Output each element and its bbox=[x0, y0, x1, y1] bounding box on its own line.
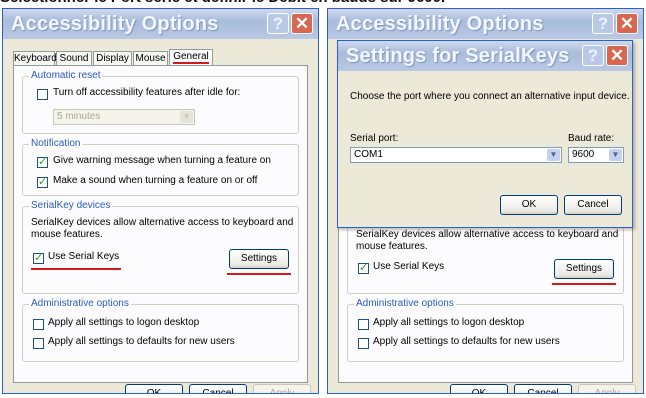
serialkey-description: SerialKey devices allow alternative acce… bbox=[356, 229, 619, 240]
apply-button[interactable]: Apply bbox=[578, 384, 636, 393]
help-icon: ? bbox=[587, 46, 599, 65]
window-title: Accessibility Options bbox=[336, 13, 544, 35]
tab-sound[interactable]: Sound bbox=[56, 51, 92, 66]
logon-desktop-checkbox[interactable] bbox=[358, 319, 369, 330]
new-users-checkbox[interactable] bbox=[33, 338, 44, 349]
highlight-underline bbox=[227, 273, 291, 275]
title-bar: Settings for SerialKeys ? ✕ bbox=[338, 41, 632, 71]
idle-time-dropdown[interactable]: 5 minutes ▼ bbox=[53, 109, 195, 125]
close-button[interactable]: ✕ bbox=[606, 45, 628, 66]
serialkeys-settings-dialog: Settings for SerialKeys ? ✕ Choose the p… bbox=[337, 40, 633, 228]
serialkey-description-line2: mouse features. bbox=[356, 241, 428, 252]
tab-keyboard[interactable]: Keyboard bbox=[13, 51, 57, 66]
dropdown-arrow-icon: ▼ bbox=[609, 149, 622, 161]
automatic-reset-group: Automatic reset Turn off accessibility f… bbox=[22, 70, 299, 134]
serialkey-settings-button[interactable]: Settings bbox=[554, 259, 614, 279]
ok-button[interactable]: OK bbox=[450, 384, 508, 393]
new-users-checkbox[interactable] bbox=[358, 338, 369, 349]
logon-desktop-label: Apply all settings to logon desktop bbox=[48, 317, 200, 328]
ok-button[interactable]: OK bbox=[125, 384, 183, 393]
cancel-button[interactable]: Cancel bbox=[189, 384, 247, 393]
use-serial-keys-label: Use Serial Keys bbox=[48, 251, 120, 262]
notification-group: Notification Give warning message when t… bbox=[22, 138, 299, 196]
close-icon: ✕ bbox=[294, 14, 310, 33]
idle-reset-checkbox[interactable] bbox=[37, 89, 48, 100]
logon-desktop-label: Apply all settings to logon desktop bbox=[373, 317, 525, 328]
help-icon: ? bbox=[597, 14, 609, 33]
dialog-title: Settings for SerialKeys bbox=[346, 45, 570, 67]
dialog-body: Keyboard Sound Display Mouse General Aut… bbox=[7, 39, 314, 393]
dialog-ok-button[interactable]: OK bbox=[500, 195, 558, 215]
baud-rate-label: Baud rate: bbox=[568, 133, 615, 144]
warning-message-label: Give warning message when turning a feat… bbox=[53, 155, 271, 166]
group-label: SerialKey devices bbox=[29, 200, 113, 211]
serialkey-group: SerialKey devices SerialKey devices allo… bbox=[22, 200, 299, 294]
use-serial-keys-label: Use Serial Keys bbox=[373, 261, 445, 272]
tab-panel-general: Automatic reset Turn off accessibility f… bbox=[13, 65, 308, 383]
new-users-label: Apply all settings to defaults for new u… bbox=[48, 336, 235, 347]
group-label: Administrative options bbox=[29, 298, 131, 309]
tab-general[interactable]: General bbox=[169, 49, 213, 66]
sound-label: Make a sound when turning a feature on o… bbox=[53, 175, 258, 186]
help-button[interactable]: ? bbox=[592, 13, 614, 34]
serialkey-description: SerialKey devices allow alternative acce… bbox=[31, 217, 294, 228]
sound-checkbox[interactable] bbox=[37, 175, 48, 188]
close-button[interactable]: ✕ bbox=[616, 13, 638, 34]
close-icon: ✕ bbox=[619, 14, 635, 33]
group-label: Administrative options bbox=[354, 298, 456, 309]
admin-options-group: Administrative options Apply all setting… bbox=[22, 298, 299, 362]
serialkey-description-line2: mouse features. bbox=[31, 229, 103, 240]
title-bar: Accessibility Options ? ✕ bbox=[328, 9, 643, 39]
serial-port-dropdown[interactable]: COM1 ▼ bbox=[350, 147, 562, 163]
group-label: Notification bbox=[29, 138, 83, 149]
help-button[interactable]: ? bbox=[582, 45, 604, 66]
dialog-cancel-button[interactable]: Cancel bbox=[564, 195, 622, 215]
serialkey-settings-button[interactable]: Settings bbox=[229, 249, 289, 269]
tab-mouse[interactable]: Mouse bbox=[133, 51, 168, 66]
highlight-underline bbox=[552, 283, 616, 285]
new-users-label: Apply all settings to defaults for new u… bbox=[373, 336, 560, 347]
serial-port-label: Serial port: bbox=[350, 133, 399, 144]
apply-button[interactable]: Apply bbox=[253, 384, 311, 393]
highlight-underline bbox=[31, 268, 121, 270]
use-serial-keys-checkbox[interactable] bbox=[33, 251, 44, 264]
close-icon: ✕ bbox=[609, 46, 625, 65]
logon-desktop-checkbox[interactable] bbox=[33, 319, 44, 330]
dropdown-arrow-icon: ▼ bbox=[547, 149, 560, 161]
tab-display[interactable]: Display bbox=[93, 51, 132, 66]
dropdown-arrow-icon: ▼ bbox=[180, 111, 193, 123]
help-button[interactable]: ? bbox=[267, 13, 289, 34]
cancel-button[interactable]: Cancel bbox=[514, 384, 572, 393]
title-bar: Accessibility Options ? ✕ bbox=[3, 9, 318, 39]
use-serial-keys-checkbox[interactable] bbox=[358, 261, 369, 274]
idle-reset-label: Turn off accessibility features after id… bbox=[53, 87, 241, 98]
group-label: Automatic reset bbox=[29, 70, 103, 81]
help-icon: ? bbox=[272, 14, 284, 33]
warning-message-checkbox[interactable] bbox=[37, 155, 48, 168]
close-button[interactable]: ✕ bbox=[291, 13, 313, 34]
accessibility-options-window-left: Accessibility Options ? ✕ Keyboard Sound… bbox=[2, 8, 319, 394]
baud-rate-dropdown[interactable]: 9600 ▼ bbox=[568, 147, 624, 163]
window-title: Accessibility Options bbox=[11, 13, 219, 35]
admin-options-group: Administrative options Apply all setting… bbox=[347, 298, 624, 362]
port-instruction: Choose the port where you connect an alt… bbox=[350, 91, 630, 102]
